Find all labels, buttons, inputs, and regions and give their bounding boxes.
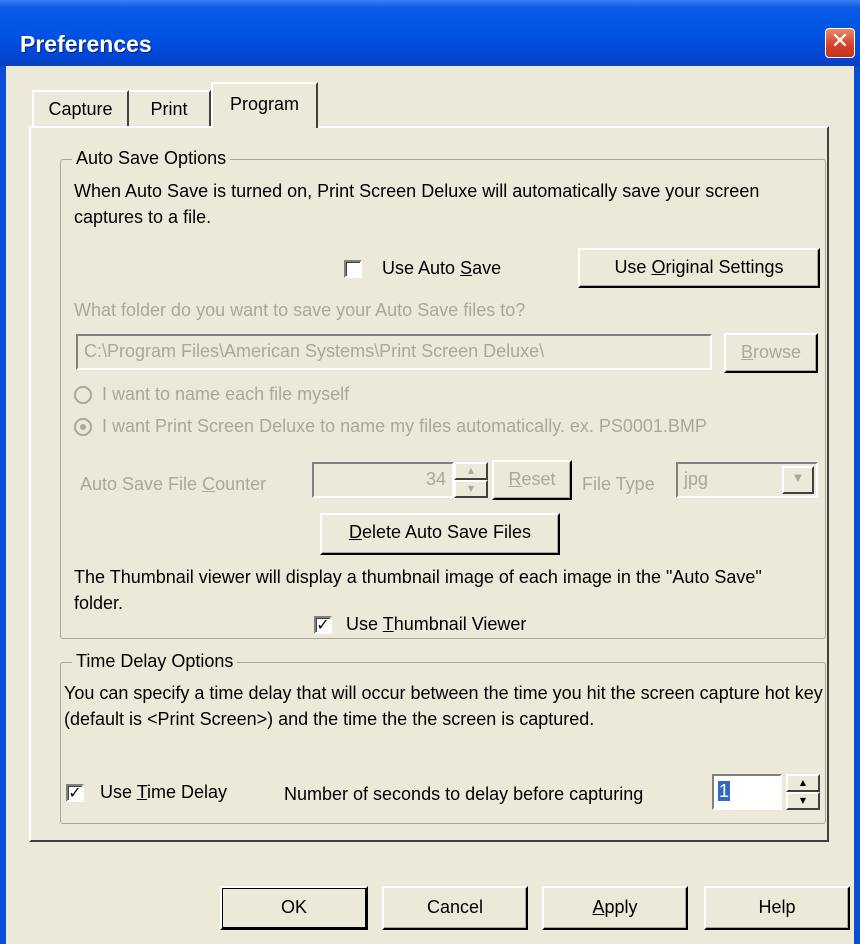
seconds-field[interactable]: 1 <box>712 774 782 810</box>
file-type-value: jpg <box>684 469 709 489</box>
close-button[interactable]: ✕ <box>825 28 855 58</box>
ok-label: OK <box>280 897 307 917</box>
file-counter-label: Auto Save File Counter <box>80 474 267 494</box>
tab-label: Program <box>229 94 300 114</box>
seconds-label: Number of seconds to delay before captur… <box>284 784 644 804</box>
window-frame-left <box>0 66 6 944</box>
file-counter-spin-up[interactable]: ▲ <box>454 462 488 480</box>
use-thumbnail-viewer-label[interactable]: Use Thumbnail Viewer <box>346 614 526 635</box>
tab-capture[interactable]: Capture <box>32 90 129 126</box>
thumbnail-description: The Thumbnail viewer will display a thum… <box>74 567 762 613</box>
checkmark-icon: ✓ <box>316 615 330 634</box>
file-type-dropdown-button[interactable]: ▼ <box>782 466 814 494</box>
seconds-spin-up[interactable]: ▲ <box>786 774 820 792</box>
name-myself-radio[interactable] <box>74 386 92 404</box>
spin-up-arrow-icon: ▲ <box>799 778 807 787</box>
folder-question-label: What folder do you want to save your Aut… <box>74 300 526 320</box>
name-auto-radio[interactable] <box>74 418 92 436</box>
auto-save-folder-field[interactable]: C:\Program Files\American Systems\Print … <box>76 334 712 370</box>
tab-label: Capture <box>48 99 113 119</box>
use-auto-save-checkbox[interactable] <box>344 260 362 278</box>
cancel-label: Cancel <box>426 897 484 917</box>
spin-up-arrow-icon: ▲ <box>467 466 475 475</box>
apply-button[interactable]: Apply <box>542 886 688 930</box>
file-counter-field[interactable]: 34 <box>312 462 454 498</box>
seconds-spin-down[interactable]: ▼ <box>786 792 820 810</box>
radio-selected-dot <box>80 424 86 430</box>
tab-label: Print <box>150 99 188 119</box>
checkmark-icon: ✓ <box>68 783 82 802</box>
reset-button[interactable]: Reset <box>492 460 572 500</box>
dropdown-arrow-icon: ▼ <box>794 473 802 484</box>
time-delay-description: You can specify a time delay that will o… <box>64 683 823 729</box>
window-title: Preferences <box>20 31 152 57</box>
browse-button[interactable]: Browse <box>724 333 818 373</box>
name-auto-label[interactable]: I want Print Screen Deluxe to name my fi… <box>102 416 707 437</box>
file-counter-spin-down[interactable]: ▼ <box>454 480 488 498</box>
file-type-label: File Type <box>582 474 655 494</box>
seconds-value: 1 <box>718 781 731 801</box>
title-bar[interactable]: Preferences ✕ <box>0 0 860 66</box>
use-thumbnail-viewer-checkbox[interactable]: ✓ <box>314 616 332 634</box>
time-delay-group-label: Time Delay Options <box>72 651 238 672</box>
delete-auto-save-files-button[interactable]: Delete Auto Save Files <box>320 513 560 555</box>
auto-save-description: When Auto Save is turned on, Print Scree… <box>74 181 760 227</box>
name-myself-label[interactable]: I want to name each file myself <box>102 384 349 405</box>
use-auto-save-label[interactable]: Use Auto Save <box>382 258 501 279</box>
ok-button[interactable]: OK <box>220 886 368 930</box>
use-time-delay-label[interactable]: Use Time Delay <box>100 782 227 803</box>
spin-down-arrow-icon: ▼ <box>467 484 475 493</box>
use-original-settings-button[interactable]: Use Original Settings <box>578 248 820 288</box>
close-icon: ✕ <box>830 29 850 54</box>
window-frame-right <box>854 66 860 944</box>
cancel-button[interactable]: Cancel <box>382 886 528 930</box>
help-button[interactable]: Help <box>704 886 850 930</box>
help-label: Help <box>758 897 796 917</box>
spin-down-arrow-icon: ▼ <box>799 796 807 805</box>
tab-program[interactable]: Program <box>211 82 318 128</box>
preferences-dialog: Preferences ✕ Capture Print Program Auto… <box>0 0 860 944</box>
auto-save-group-label: Auto Save Options <box>72 148 231 169</box>
use-time-delay-checkbox[interactable]: ✓ <box>66 784 84 802</box>
tab-print[interactable]: Print <box>129 90 211 126</box>
